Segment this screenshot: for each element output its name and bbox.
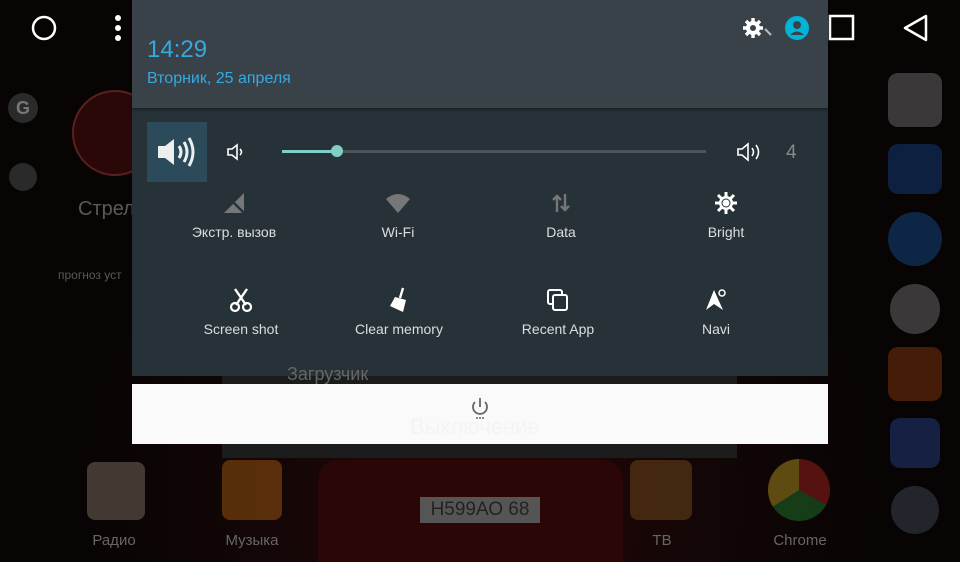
tile-data[interactable]: Data [481, 188, 641, 240]
tile-brightness[interactable]: Bright [646, 188, 806, 240]
tile-label: Data [546, 224, 576, 240]
tile-navi[interactable]: Navi [636, 285, 796, 337]
music-app-icon[interactable] [222, 460, 282, 520]
tile-emergency-call[interactable]: Экстр. вызов [154, 188, 314, 240]
license-plate: Н599АО 68 [420, 497, 540, 523]
user-account-icon[interactable] [785, 16, 809, 40]
shazam-app-icon[interactable] [888, 212, 942, 266]
tile-wifi[interactable]: Wi-Fi [318, 188, 478, 240]
brightness-icon [715, 192, 737, 214]
clock-time[interactable]: 14:29 [147, 36, 207, 64]
more-vert-icon[interactable] [112, 14, 124, 42]
bluetooth-app-icon[interactable] [888, 144, 942, 194]
volume-low-icon [227, 143, 243, 161]
dock-label-music: Музыка [225, 532, 279, 549]
tile-recent-app[interactable]: Recent App [478, 285, 638, 337]
recent-apps-icon [547, 289, 568, 311]
panel-header: 14:29 Вторник, 25 апреля [132, 0, 828, 108]
google-icon[interactable]: G [8, 93, 38, 123]
camera-app-icon[interactable] [888, 347, 942, 401]
volume-slider-thumb[interactable] [331, 145, 344, 157]
volume-stream-button[interactable] [147, 122, 207, 182]
settings-app-icon[interactable] [891, 486, 939, 534]
tv-app-icon[interactable] [630, 460, 692, 520]
tile-label: Screen shot [203, 321, 279, 337]
chrome-app-icon[interactable] [768, 459, 830, 521]
tile-label: Wi-Fi [381, 224, 415, 240]
volume-high-icon [737, 142, 760, 162]
power-off-label: Выключение [410, 414, 540, 439]
tile-screenshot[interactable]: Screen shot [161, 285, 321, 337]
volume-slider[interactable] [282, 145, 706, 157]
speaker-loud-icon [158, 137, 195, 167]
wifi-icon [386, 194, 410, 213]
widget-subtitle: прогноз уст [58, 268, 122, 282]
broom-icon [390, 287, 406, 312]
tile-label: Bright [707, 224, 745, 240]
volume-level: 4 [786, 142, 797, 163]
back-triangle-icon[interactable] [900, 12, 932, 44]
tile-label: Navi [701, 321, 730, 337]
tile-label: Экстр. вызов [191, 224, 277, 240]
scissors-icon [229, 288, 253, 313]
navigation-icon [706, 289, 726, 310]
data-arrows-icon [552, 194, 570, 212]
no-signal-icon [224, 193, 245, 214]
tile-clear-memory[interactable]: Clear memory [319, 285, 479, 337]
navigator-app-icon[interactable] [888, 73, 942, 127]
apps-grid-icon[interactable] [890, 284, 940, 334]
save-app-icon[interactable] [890, 418, 940, 468]
radio-app-icon[interactable] [87, 462, 145, 520]
power-off-button[interactable]: Выключение [132, 384, 828, 444]
widget-title: Стрел [78, 198, 135, 220]
volume-slider-fill [282, 150, 338, 153]
square-icon[interactable] [828, 14, 856, 42]
tile-label: Clear memory [355, 321, 443, 337]
quick-settings-panel: 14:29 Вторник, 25 апреля 4 Экстр. вызов … [132, 0, 828, 376]
mic-icon[interactable] [9, 163, 37, 191]
dock-label-chrome: Chrome [773, 532, 827, 549]
settings-gear-icon[interactable] [742, 17, 776, 39]
clock-date[interactable]: Вторник, 25 апреля [147, 70, 291, 88]
dock-label-radio: Радио [92, 532, 136, 549]
dock-label-tv: ТВ [652, 532, 672, 549]
menu-item-loader-label: Загрузчик [287, 364, 369, 384]
circle-icon[interactable] [30, 14, 58, 42]
tile-label: Recent App [521, 321, 595, 337]
